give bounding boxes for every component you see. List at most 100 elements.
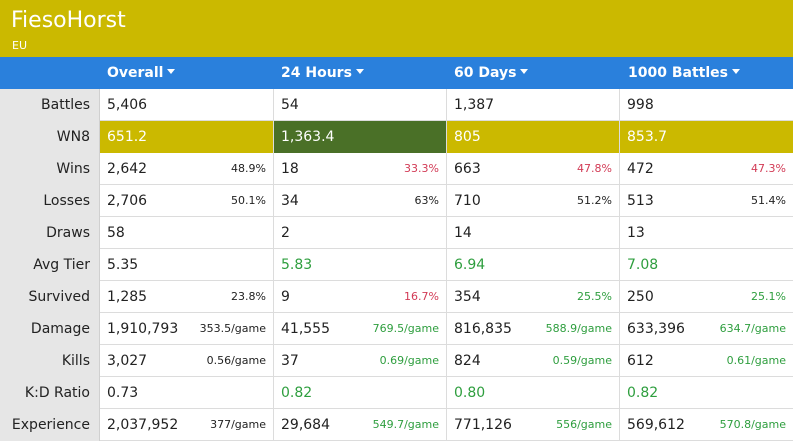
table-cell: 0.82 bbox=[274, 377, 447, 409]
row-label: Avg Tier bbox=[0, 249, 100, 281]
cell-value: 0.80 bbox=[454, 385, 486, 401]
column-label: Overall bbox=[107, 65, 164, 81]
cell-value: 1,285 bbox=[107, 289, 148, 305]
cell-percent: 16.7% bbox=[404, 290, 439, 303]
table-cell: 34 63% bbox=[274, 185, 447, 217]
cell-value: 2 bbox=[281, 225, 290, 241]
cell-value: 853.7 bbox=[627, 129, 668, 145]
player-banner: FiesoHorst EU bbox=[0, 0, 793, 57]
column-label: 60 Days bbox=[454, 65, 517, 81]
cell-value: 771,126 bbox=[454, 417, 512, 433]
column-label: 1000 Battles bbox=[628, 65, 728, 81]
cell-per-game: 769.5/game bbox=[372, 322, 439, 335]
cell-per-game: 0.59/game bbox=[552, 354, 612, 367]
caret-down-icon bbox=[355, 69, 364, 74]
cell-value: 472 bbox=[627, 161, 654, 177]
column-overall-dropdown[interactable]: Overall bbox=[107, 57, 176, 89]
cell-value: 54 bbox=[281, 97, 299, 113]
row-label: Experience bbox=[0, 409, 100, 441]
row-label: K:D Ratio bbox=[0, 377, 100, 409]
table-cell: 2,642 48.9% bbox=[100, 153, 274, 185]
table-cell: 1,285 23.8% bbox=[100, 281, 274, 313]
table-cell: 5.83 bbox=[274, 249, 447, 281]
cell-value: 663 bbox=[454, 161, 481, 177]
table-cell: 3,027 0.56/game bbox=[100, 345, 274, 377]
cell-value: 1,910,793 bbox=[107, 321, 179, 337]
table-cell: 5.35 bbox=[100, 249, 274, 281]
table-cell: 0.73 bbox=[100, 377, 274, 409]
table-cell: 5,406 bbox=[100, 89, 274, 121]
cell-value: 998 bbox=[627, 97, 654, 113]
caret-down-icon bbox=[167, 69, 176, 74]
caret-down-icon bbox=[520, 69, 529, 74]
cell-percent: 47.3% bbox=[751, 162, 786, 175]
table-cell: 1,910,793 353.5/game bbox=[100, 313, 274, 345]
cell-percent: 48.9% bbox=[231, 162, 266, 175]
table-cell: 54 bbox=[274, 89, 447, 121]
table-row-kd-ratio: K:D Ratio 0.73 0.82 0.80 0.82 bbox=[0, 377, 793, 409]
cell-value: 805 bbox=[454, 129, 481, 145]
cell-value: 2,037,952 bbox=[107, 417, 179, 433]
table-cell: 816,835 588.9/game bbox=[447, 313, 620, 345]
table-cell: 58 bbox=[100, 217, 274, 249]
cell-value: 37 bbox=[281, 353, 299, 369]
cell-per-game: 570.8/game bbox=[719, 418, 786, 431]
table-row-experience: Experience 2,037,952 377/game 29,684 549.7… bbox=[0, 409, 793, 441]
cell-percent: 50.1% bbox=[231, 194, 266, 207]
cell-value: 250 bbox=[627, 289, 654, 305]
table-cell: 663 47.8% bbox=[447, 153, 620, 185]
caret-down-icon bbox=[731, 69, 740, 74]
wn8-cell: 1,363.4 bbox=[274, 121, 447, 153]
table-row-wins: Wins 2,642 48.9% 18 33.3% 663 47.8% 472 47.3… bbox=[0, 153, 793, 185]
cell-value: 9 bbox=[281, 289, 290, 305]
player-name: FiesoHorst bbox=[11, 8, 126, 33]
cell-value: 0.73 bbox=[107, 385, 139, 401]
table-row-losses: Losses 2,706 50.1% 34 63% 710 51.2% 513 51.4… bbox=[0, 185, 793, 217]
cell-value: 18 bbox=[281, 161, 299, 177]
table-cell: 633,396 634.7/game bbox=[620, 313, 793, 345]
column-60-days-dropdown[interactable]: 60 Days bbox=[454, 57, 529, 89]
column-1000-battles-dropdown[interactable]: 1000 Battles bbox=[628, 57, 740, 89]
period-header-row: Overall 24 Hours 60 Days 1000 Battles bbox=[0, 57, 793, 89]
cell-percent: 51.2% bbox=[577, 194, 612, 207]
table-cell: 2,037,952 377/game bbox=[100, 409, 274, 441]
table-row-kills: Kills 3,027 0.56/game 37 0.69/game 824 0.59… bbox=[0, 345, 793, 377]
cell-value: 0.82 bbox=[627, 385, 659, 401]
table-row-damage: Damage 1,910,793 353.5/game 41,555 769.5/g… bbox=[0, 313, 793, 345]
column-24-hours-dropdown[interactable]: 24 Hours bbox=[281, 57, 364, 89]
cell-per-game: 556/game bbox=[556, 418, 612, 431]
cell-percent: 47.8% bbox=[577, 162, 612, 175]
row-label: Survived bbox=[0, 281, 100, 313]
cell-value: 569,612 bbox=[627, 417, 685, 433]
row-label: WN8 bbox=[0, 121, 100, 153]
cell-per-game: 353.5/game bbox=[199, 322, 266, 335]
table-cell: 0.82 bbox=[620, 377, 793, 409]
cell-value: 58 bbox=[107, 225, 125, 241]
table-cell: 998 bbox=[620, 89, 793, 121]
table-cell: 1,387 bbox=[447, 89, 620, 121]
cell-per-game: 549.7/game bbox=[372, 418, 439, 431]
row-label: Battles bbox=[0, 89, 100, 121]
cell-value: 2,642 bbox=[107, 161, 148, 177]
cell-value: 710 bbox=[454, 193, 481, 209]
cell-value: 1,387 bbox=[454, 97, 495, 113]
table-cell: 41,555 769.5/game bbox=[274, 313, 447, 345]
table-cell: 6.94 bbox=[447, 249, 620, 281]
table-cell: 569,612 570.8/game bbox=[620, 409, 793, 441]
wn8-cell: 853.7 bbox=[620, 121, 793, 153]
cell-value: 5.35 bbox=[107, 257, 139, 273]
region-label: EU bbox=[12, 39, 28, 52]
table-row-survived: Survived 1,285 23.8% 9 16.7% 354 25.5% 250 2… bbox=[0, 281, 793, 313]
cell-value: 0.82 bbox=[281, 385, 313, 401]
cell-percent: 63% bbox=[414, 194, 439, 207]
row-label: Draws bbox=[0, 217, 100, 249]
cell-value: 14 bbox=[454, 225, 472, 241]
cell-value: 354 bbox=[454, 289, 481, 305]
cell-value: 41,555 bbox=[281, 321, 330, 337]
table-cell: 2,706 50.1% bbox=[100, 185, 274, 217]
table-row-draws: Draws 58 2 14 13 bbox=[0, 217, 793, 249]
table-cell: 29,684 549.7/game bbox=[274, 409, 447, 441]
cell-value: 5,406 bbox=[107, 97, 148, 113]
table-cell: 250 25.1% bbox=[620, 281, 793, 313]
cell-value: 824 bbox=[454, 353, 481, 369]
